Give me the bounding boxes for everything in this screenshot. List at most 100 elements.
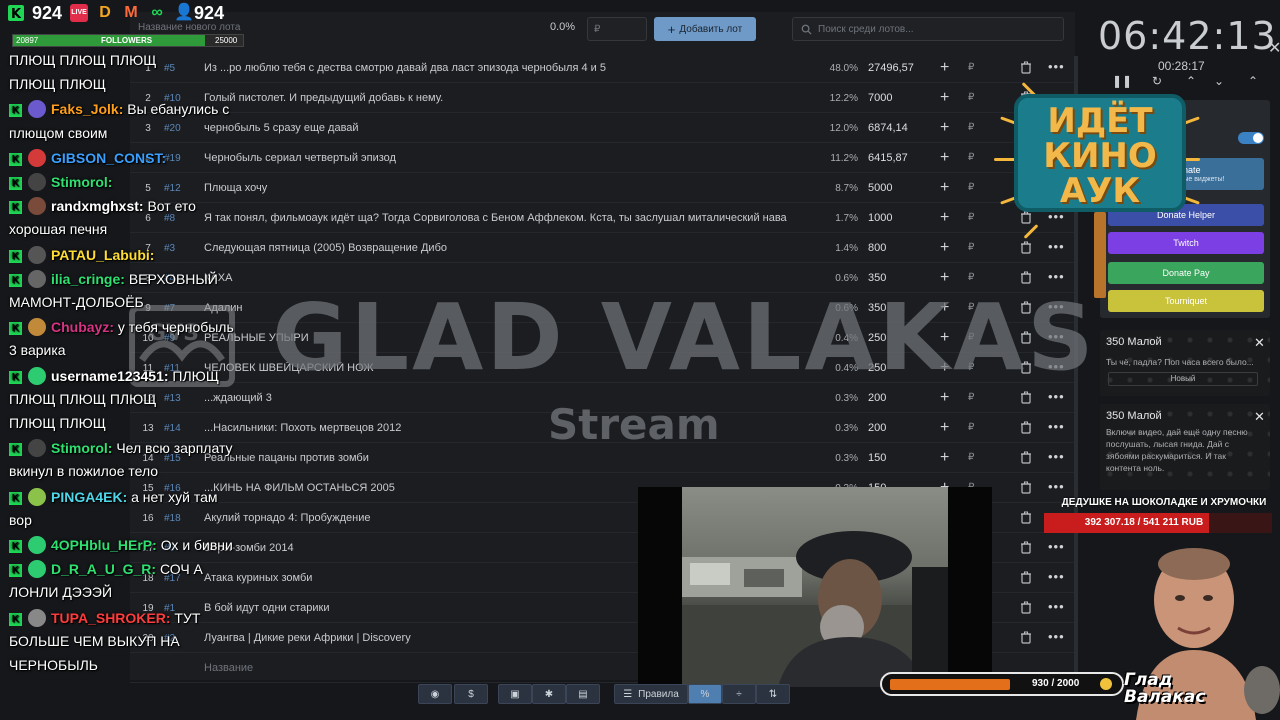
auction-toolbar: Название нового лота 0.0% ₽ + Добавить л… [130,12,1075,46]
collapse-icon[interactable]: ⌃ [1248,74,1258,88]
dollar-button[interactable]: $ [454,684,488,704]
more-icon[interactable]: ••• [1048,539,1065,554]
chat-line: K D_R_A_U_G_R: СОЧ А [9,560,203,579]
trash-icon[interactable] [1020,391,1032,404]
add-amount-icon[interactable]: + [940,59,949,77]
trash-icon[interactable] [1020,631,1032,644]
lot-amount[interactable]: 350 [868,272,928,284]
follow-goal-value: 930 / 2000 [1032,678,1080,689]
trash-icon[interactable] [1020,511,1032,524]
bug-icon: ✱ [544,688,554,700]
more-icon[interactable]: ••• [1048,419,1065,434]
close-icon[interactable]: ✕ [1268,38,1280,58]
avatar [28,366,46,385]
watermark-subtitle: Stream [548,400,720,449]
coin-icon [1100,678,1112,690]
followers-goal: 25000 [215,36,238,45]
person-icon: 👤 [174,4,194,21]
close-icon[interactable]: ✕ [1254,409,1265,425]
chat-nick: Stimorol: [51,174,113,190]
chat-nick: GIBSON_CONST: [51,149,167,166]
kino-text: ИДЁТ КИНО АУК [1043,101,1157,211]
add-amount-icon[interactable]: + [940,419,949,437]
chat-nick: PATAU_Labubi: [51,246,155,263]
ruble-icon[interactable]: ₽ [968,392,974,403]
add-amount-icon[interactable]: + [940,209,949,227]
more-icon[interactable]: ••• [1048,449,1065,464]
search-input[interactable]: Поиск среди лотов... [792,17,1064,41]
save-button[interactable]: ▣ [498,684,532,704]
add-amount-icon[interactable]: + [940,389,949,407]
lot-amount[interactable]: 27496,57 [868,62,928,74]
more-icon[interactable]: ••• [1048,629,1065,644]
followers-current: 20897 [16,36,39,45]
lot-amount[interactable]: 200 [868,392,928,404]
add-amount-icon[interactable]: + [940,179,949,197]
chat-nick: randxmghxst: [51,198,144,215]
rules-button[interactable]: ☰ Правила [614,684,688,704]
trash-icon[interactable] [1020,481,1032,494]
add-amount-icon[interactable]: + [940,149,949,167]
lot-amount[interactable]: 800 [868,242,928,254]
close-icon[interactable]: ✕ [1254,335,1265,351]
split-button[interactable]: ÷ [722,684,756,704]
video-player[interactable]: vevo [638,487,992,687]
percent-toggle[interactable]: % [688,684,722,704]
sort-button[interactable]: ⇅ [756,684,790,704]
trash-icon[interactable] [1020,571,1032,584]
trash-icon[interactable] [1020,421,1032,434]
lot-amount[interactable]: 6874,14 [868,122,928,134]
add-amount-icon[interactable]: + [940,449,949,467]
more-icon[interactable]: ••• [1048,479,1065,494]
chat-line: ЛОНЛИ ДЭЭЭЙ [9,584,112,600]
followers-label: FOLLOWERS [101,36,153,45]
ruble-icon[interactable]: ₽ [968,122,974,133]
ruble-icon[interactable]: ₽ [968,422,974,433]
chat-line: ПЛЮЩ ПЛЮЩ ПЛЮЩ [9,391,156,407]
ruble-icon[interactable]: ₽ [968,212,974,223]
avatar [28,560,46,579]
lot-amount[interactable]: 5000 [868,182,928,194]
donation-status-select[interactable]: Новый [1108,372,1258,386]
trash-icon[interactable] [1020,541,1032,554]
lot-amount[interactable]: 1000 [868,212,928,224]
more-icon[interactable]: ••• [1048,569,1065,584]
amount-input[interactable]: ₽ [587,17,647,41]
ruble-icon[interactable]: ₽ [968,92,974,103]
bug-button[interactable]: ✱ [532,684,566,704]
more-icon[interactable]: ••• [1048,599,1065,614]
ruble-icon[interactable]: ₽ [968,182,974,193]
lot-amount[interactable]: 150 [868,452,928,464]
add-lot-button[interactable]: + Добавить лот [654,17,756,41]
chat-message: ПЛЮЩ ПЛЮЩ ПЛЮЩ [9,390,157,407]
ruble-icon[interactable]: ₽ [968,152,974,163]
lot-amount[interactable]: 200 [868,422,928,434]
stream-screen: { "stats": { "viewers": "924", "live_bad… [0,0,1280,720]
trash-icon[interactable] [1020,451,1032,464]
add-amount-icon[interactable]: + [940,89,949,107]
add-amount-icon[interactable]: + [940,119,949,137]
platform-k-icon: K [9,177,22,190]
ruble-icon[interactable]: ₽ [968,272,974,283]
widget-toggle[interactable] [1238,132,1264,144]
more-icon[interactable]: ••• [1048,59,1065,74]
more-icon[interactable]: ••• [1048,389,1065,404]
ruble-icon[interactable]: ₽ [968,62,974,73]
ruble-icon[interactable]: ₽ [968,242,974,253]
twitch-k-icon: K [8,5,24,21]
dlive-icon: D [99,4,111,21]
chat-line: МАМОНТ-ДОЛБОЁБ [9,294,144,310]
avatar [28,269,46,288]
platform-k-icon: K [9,540,22,553]
clear-button[interactable]: ▤ [566,684,600,704]
lot-amount[interactable]: 6415,87 [868,152,928,164]
trash-icon[interactable] [1020,61,1032,74]
kino-auction-sign: ИДЁТ КИНО АУК [994,80,1200,300]
follow-goal-bar: 930 / 2000 [880,672,1124,696]
chevron-down-icon[interactable]: ⌄ [1214,74,1224,88]
add-amount-icon[interactable]: + [940,239,949,257]
ruble-icon[interactable]: ₽ [968,452,974,463]
github-button[interactable]: ◉ [418,684,452,704]
trash-icon[interactable] [1020,601,1032,614]
lot-amount[interactable]: 7000 [868,92,928,104]
